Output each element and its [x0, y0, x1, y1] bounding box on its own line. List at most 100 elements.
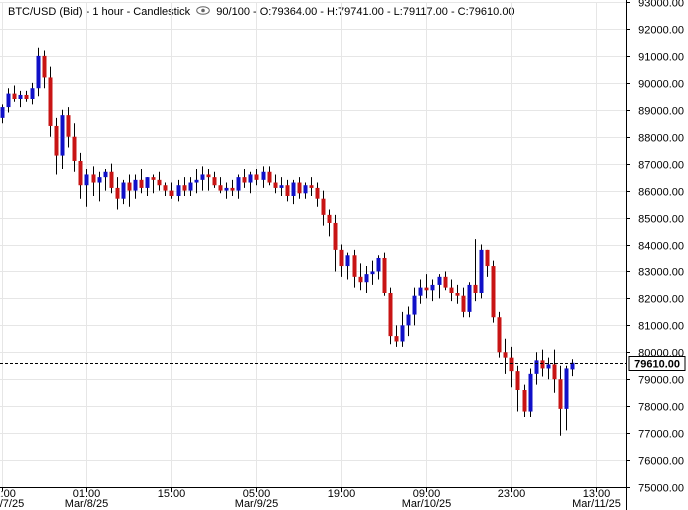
candle[interactable]	[400, 311, 405, 347]
candlestick-chart[interactable]: 75000.00 76000.00 77000.00 78000.00 79000.00…	[0, 0, 688, 510]
candle[interactable]	[194, 169, 199, 194]
candle[interactable]	[200, 166, 205, 191]
candle[interactable]	[503, 338, 508, 374]
candle[interactable]	[546, 357, 551, 380]
candle[interactable]	[552, 349, 557, 393]
candle[interactable]	[18, 90, 23, 108]
candle[interactable]	[461, 287, 466, 318]
candle[interactable]	[48, 66, 53, 137]
candle[interactable]	[467, 282, 472, 318]
candle[interactable]	[236, 174, 241, 199]
candle-body	[109, 171, 114, 188]
candle[interactable]	[36, 47, 41, 97]
candle[interactable]	[273, 174, 278, 194]
candle[interactable]	[303, 182, 308, 199]
candle[interactable]	[297, 177, 302, 199]
candle-body	[370, 271, 375, 275]
candle[interactable]	[30, 82, 35, 105]
candle[interactable]	[443, 271, 448, 291]
candle[interactable]	[558, 365, 563, 436]
candle[interactable]	[42, 50, 47, 89]
candle[interactable]	[12, 85, 17, 102]
candle[interactable]	[491, 260, 496, 323]
candle[interactable]	[206, 169, 211, 191]
candle[interactable]	[497, 311, 502, 358]
candle[interactable]	[285, 179, 290, 202]
candle[interactable]	[267, 166, 272, 186]
candle[interactable]	[84, 169, 89, 207]
candle[interactable]	[515, 365, 520, 412]
candle[interactable]	[145, 177, 150, 196]
candle[interactable]	[151, 174, 156, 194]
candle[interactable]	[139, 169, 144, 194]
candle[interactable]	[261, 166, 266, 188]
candle[interactable]	[388, 287, 393, 345]
candle[interactable]	[163, 182, 168, 196]
candle[interactable]	[291, 179, 296, 205]
candle[interactable]	[127, 174, 132, 207]
candle[interactable]	[157, 171, 162, 191]
candle[interactable]	[115, 177, 120, 210]
candle[interactable]	[315, 182, 320, 207]
candle[interactable]	[309, 177, 314, 196]
candle[interactable]	[485, 249, 490, 277]
candle[interactable]	[103, 169, 108, 191]
candle[interactable]	[370, 260, 375, 285]
candle[interactable]	[376, 255, 381, 280]
candle[interactable]	[0, 104, 5, 124]
candle-body	[18, 94, 23, 99]
candle[interactable]	[522, 384, 527, 417]
candle[interactable]	[6, 88, 11, 113]
candle-body	[552, 364, 557, 380]
candle-body	[528, 373, 533, 412]
candle[interactable]	[212, 171, 217, 188]
candle[interactable]	[54, 117, 59, 175]
candle[interactable]	[473, 239, 478, 302]
candle[interactable]	[121, 179, 126, 205]
price-tick-label: 82000.00	[638, 294, 684, 306]
candle[interactable]	[97, 171, 102, 202]
candle-body	[467, 284, 472, 312]
candle[interactable]	[345, 252, 350, 280]
candle[interactable]	[382, 252, 387, 296]
candle[interactable]	[479, 244, 484, 299]
candle[interactable]	[424, 274, 429, 299]
candle[interactable]	[321, 190, 326, 226]
candle[interactable]	[528, 368, 533, 417]
candle[interactable]	[279, 177, 284, 196]
candle[interactable]	[570, 359, 575, 377]
candle[interactable]	[24, 90, 29, 102]
candle[interactable]	[182, 177, 187, 196]
candle[interactable]	[358, 263, 363, 291]
candle-body	[273, 182, 278, 188]
candle[interactable]	[455, 284, 460, 304]
candle-body	[503, 352, 508, 358]
candle[interactable]	[437, 274, 442, 299]
candle[interactable]	[218, 177, 223, 194]
candle[interactable]	[418, 279, 423, 304]
candle[interactable]	[364, 266, 369, 293]
candle[interactable]	[169, 182, 174, 199]
candle[interactable]	[188, 177, 193, 196]
candle[interactable]	[133, 174, 138, 199]
candle[interactable]	[333, 214, 338, 272]
candle[interactable]	[412, 287, 417, 326]
candle[interactable]	[109, 163, 114, 194]
candle[interactable]	[394, 325, 399, 347]
candle[interactable]	[449, 279, 454, 302]
candle[interactable]	[254, 169, 259, 186]
candle[interactable]	[430, 279, 435, 302]
candle[interactable]	[564, 365, 569, 431]
candle[interactable]	[242, 169, 247, 188]
candle-body	[236, 177, 241, 191]
candle[interactable]	[230, 179, 235, 196]
price-tick-label: 92000.00	[638, 25, 684, 37]
candle[interactable]	[248, 171, 253, 194]
candle[interactable]	[406, 306, 411, 337]
candle[interactable]	[327, 209, 332, 237]
candle[interactable]	[352, 249, 357, 288]
candle[interactable]	[60, 109, 65, 170]
candle[interactable]	[224, 182, 229, 199]
candle[interactable]	[66, 107, 71, 148]
candle[interactable]	[176, 179, 181, 202]
